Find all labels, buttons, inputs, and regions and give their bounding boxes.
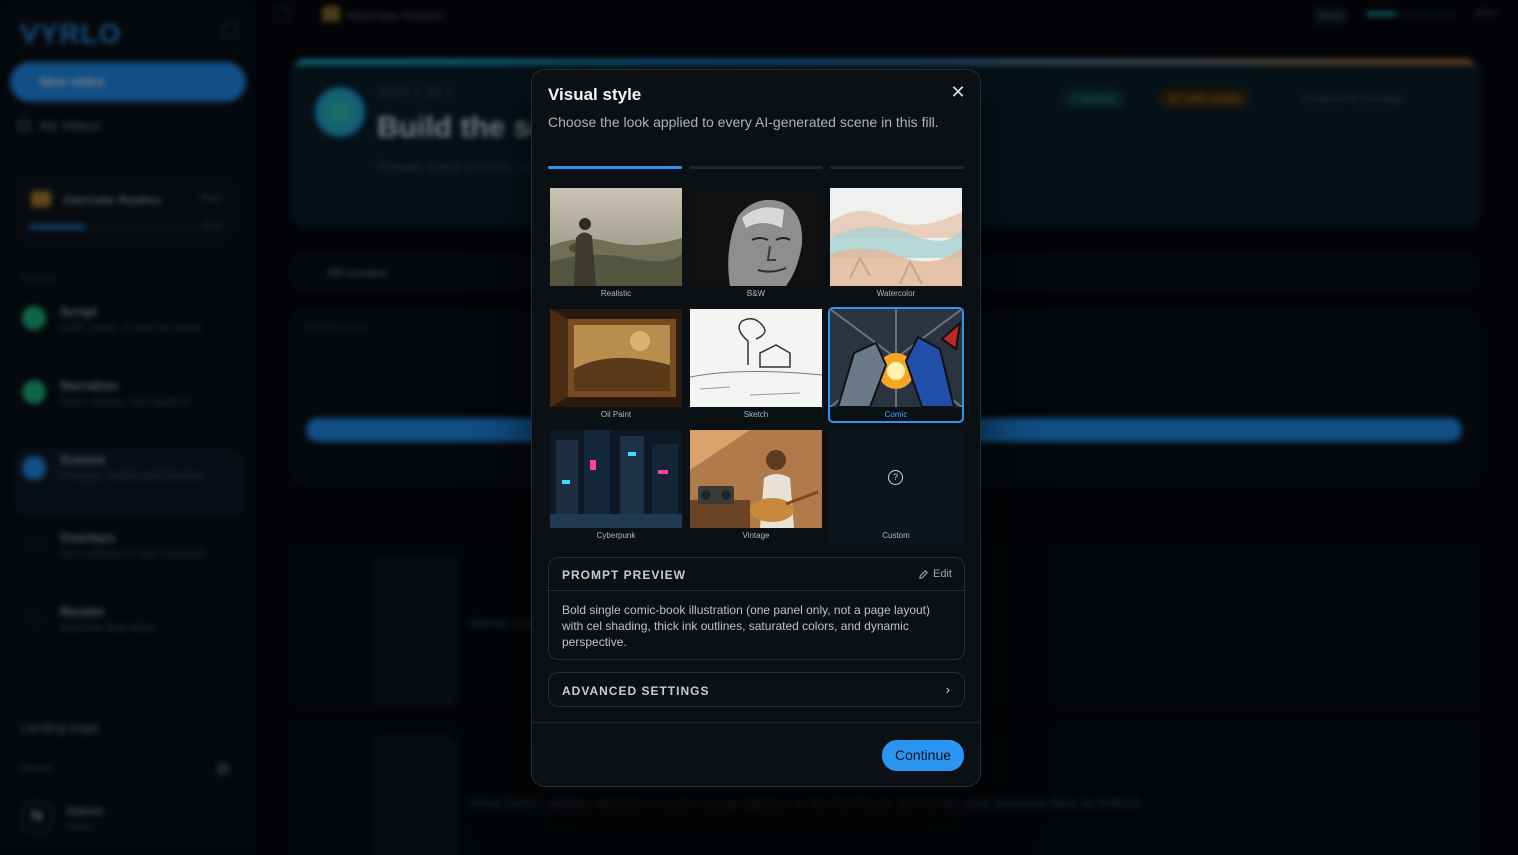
progress-segment xyxy=(830,166,964,169)
realistic-style-image xyxy=(550,188,682,286)
style-label: Vintage xyxy=(742,531,770,540)
edit-label: Edit xyxy=(933,568,952,580)
watercolor-style-image xyxy=(830,188,962,286)
style-option-watercolor[interactable]: Watercolor xyxy=(829,187,963,301)
style-label: Custom xyxy=(882,531,910,540)
style-label: Realistic xyxy=(600,289,632,298)
style-option-vintage[interactable]: Vintage xyxy=(689,429,823,543)
prompt-preview-header: PROMPT PREVIEW Edit xyxy=(549,558,964,591)
prompt-preview-text: Bold single comic-book illustration (one… xyxy=(562,603,930,649)
step-progress xyxy=(548,166,964,170)
style-option-sketch[interactable]: Sketch xyxy=(689,308,823,422)
style-option-cyberpunk[interactable]: Cyberpunk xyxy=(549,429,683,543)
oil-paint-style-image xyxy=(550,309,682,407)
style-label: Cyberpunk xyxy=(596,531,636,540)
vintage-style-image xyxy=(690,430,822,528)
comic-style-image xyxy=(830,309,962,407)
question-icon: ? xyxy=(888,470,903,485)
visual-style-dialog: Visual style ✕ Choose the look applied t… xyxy=(531,69,981,787)
style-option-comic[interactable]: Comic xyxy=(828,307,964,423)
style-option-oil-paint[interactable]: Oil Paint xyxy=(549,308,683,422)
dialog-title: Visual style xyxy=(548,85,642,104)
progress-segment xyxy=(689,166,823,169)
dialog-description: Choose the look applied to every AI-gene… xyxy=(548,114,939,130)
style-grid: Realistic B&W Watercolor Oil Paint Sketc… xyxy=(549,187,965,543)
advanced-settings-label: ADVANCED SETTINGS xyxy=(562,684,710,698)
continue-button[interactable]: Continue xyxy=(882,740,964,771)
prompt-preview-title: PROMPT PREVIEW xyxy=(562,568,687,582)
pencil-icon xyxy=(919,569,928,579)
style-label: Oil Paint xyxy=(600,410,632,419)
style-label: Comic xyxy=(884,410,908,419)
chevron-right-icon: › xyxy=(945,682,950,697)
edit-prompt-button[interactable]: Edit xyxy=(918,568,952,580)
style-label: Sketch xyxy=(743,410,769,419)
style-option-bw[interactable]: B&W xyxy=(689,187,823,301)
progress-segment-active xyxy=(548,166,682,169)
style-option-realistic[interactable]: Realistic xyxy=(549,187,683,301)
advanced-settings-toggle[interactable]: ADVANCED SETTINGS › xyxy=(548,672,965,707)
style-label: Watercolor xyxy=(876,289,916,298)
cyberpunk-style-image xyxy=(550,430,682,528)
close-icon[interactable]: ✕ xyxy=(948,82,968,102)
style-label: B&W xyxy=(746,289,766,298)
prompt-preview: PROMPT PREVIEW Edit Bold single comic-bo… xyxy=(548,557,965,660)
footer-divider xyxy=(532,722,980,723)
bw-style-image xyxy=(690,188,822,286)
style-option-custom[interactable]: ? Custom xyxy=(829,429,963,543)
sketch-style-image xyxy=(690,309,822,407)
